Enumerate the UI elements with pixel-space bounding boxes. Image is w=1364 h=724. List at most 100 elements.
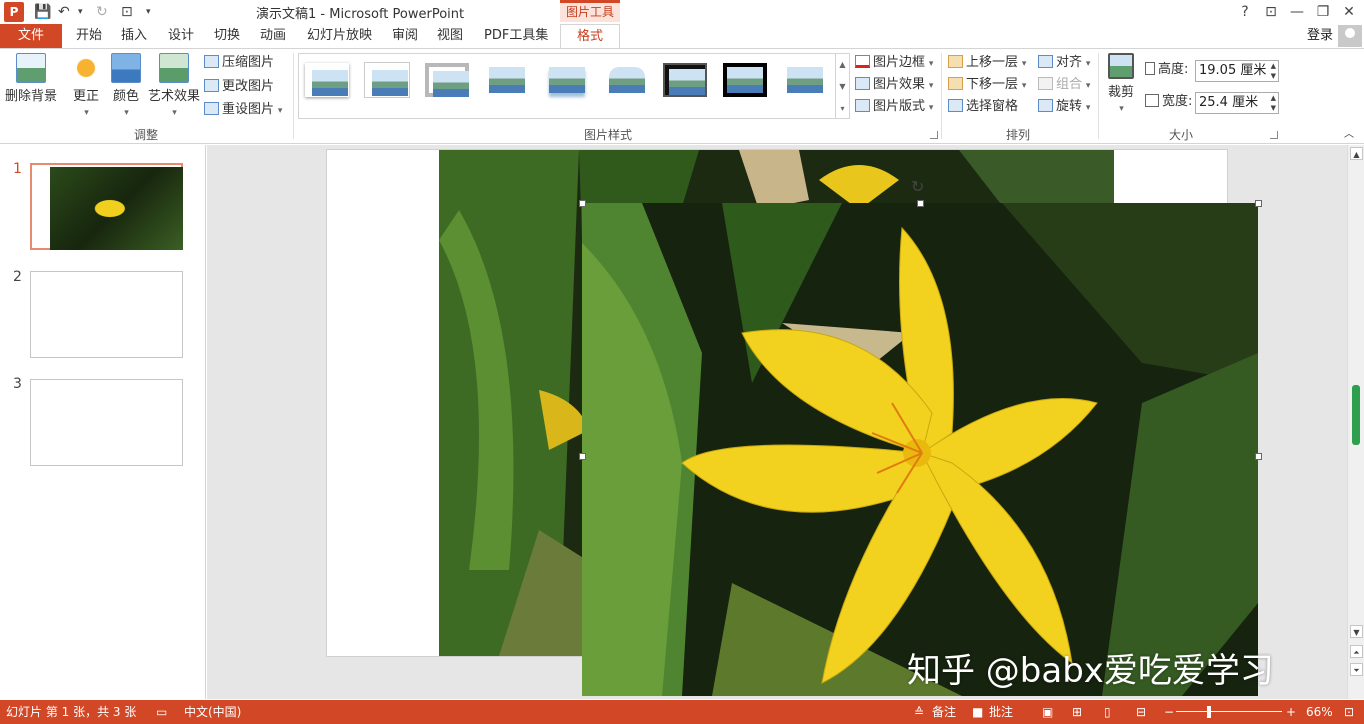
tab-review[interactable]: 审阅 xyxy=(392,24,418,48)
gallery-scroll-up-icon[interactable]: ▲ xyxy=(835,54,849,76)
zoom-slider-thumb[interactable] xyxy=(1207,706,1211,718)
slide-thumbnail-2[interactable] xyxy=(30,271,183,358)
customize-qat-icon[interactable]: ▾ xyxy=(146,2,151,22)
picture-style-1[interactable] xyxy=(305,63,349,97)
picture-style-3[interactable] xyxy=(425,63,469,97)
crop-button[interactable]: 裁剪 ▾ xyxy=(1104,53,1138,115)
tab-insert[interactable]: 插入 xyxy=(121,24,147,48)
start-from-beginning-icon[interactable]: ⊡ xyxy=(121,2,133,22)
picture-style-4[interactable] xyxy=(485,63,529,97)
picture-border-label: 图片边框 xyxy=(873,55,926,70)
selection-pane-button[interactable]: 选择窗格 xyxy=(948,97,1018,117)
maximize-icon[interactable]: ❐ xyxy=(1310,2,1336,22)
ribbon-display-options-icon[interactable]: ⊡ xyxy=(1258,2,1284,22)
tab-design[interactable]: 设计 xyxy=(168,24,194,48)
align-button[interactable]: 对齐 ▾ xyxy=(1038,53,1090,73)
redo-icon[interactable]: ↻ xyxy=(96,2,108,22)
bring-forward-button[interactable]: 上移一层 ▾ xyxy=(948,53,1026,73)
resize-handle-left[interactable] xyxy=(579,453,586,460)
undo-dropdown-icon[interactable]: ▾ xyxy=(78,2,83,22)
picture-style-5[interactable] xyxy=(545,63,589,97)
status-bar: 幻灯片 第 1 张，共 3 张 ▭ 中文(中国) ≙ 备注 ■ 批注 ▣ ⊞ ▯… xyxy=(0,700,1364,724)
tab-transitions[interactable]: 切换 xyxy=(214,24,240,48)
previous-slide-icon[interactable]: ⏶ xyxy=(1350,645,1363,658)
resize-handle-right[interactable] xyxy=(1255,453,1262,460)
tab-pdf-tools[interactable]: PDF工具集 xyxy=(484,24,548,48)
selected-lily-picture[interactable] xyxy=(582,203,1258,696)
picture-style-2[interactable] xyxy=(365,63,409,97)
compress-pictures-button[interactable]: 压缩图片 xyxy=(204,53,274,73)
align-label: 对齐 xyxy=(1056,55,1083,70)
gallery-more-icon[interactable]: ▾ xyxy=(835,98,849,119)
tab-view[interactable]: 视图 xyxy=(437,24,463,48)
zoom-in-button[interactable]: + xyxy=(1286,700,1296,724)
remove-background-button[interactable]: 删除背景 xyxy=(4,53,58,104)
align-icon xyxy=(1038,55,1053,68)
collapse-ribbon-icon[interactable]: ︿ xyxy=(1344,125,1354,145)
color-button[interactable]: 颜色 ▾ xyxy=(110,53,142,119)
change-picture-button[interactable]: 更改图片 xyxy=(204,77,274,97)
picture-style-8[interactable] xyxy=(723,63,767,97)
scroll-up-icon[interactable]: ▲ xyxy=(1350,147,1363,160)
slide-thumbnail-1[interactable] xyxy=(30,163,183,250)
picture-style-9[interactable] xyxy=(783,63,827,97)
rotate-handle-icon[interactable]: ↻ xyxy=(911,177,924,196)
zoom-level[interactable]: 66% xyxy=(1306,700,1333,724)
picture-style-7[interactable] xyxy=(663,63,707,97)
notes-icon[interactable]: ≙ xyxy=(914,700,924,724)
picture-style-6[interactable] xyxy=(605,63,649,97)
help-icon[interactable]: ? xyxy=(1232,2,1258,22)
width-stepper[interactable]: ▲ ▼ xyxy=(1271,93,1276,113)
reading-view-icon[interactable]: ▯ xyxy=(1104,700,1111,724)
login-link[interactable]: 登录 xyxy=(1307,24,1333,48)
height-stepper[interactable]: ▲ ▼ xyxy=(1271,61,1276,81)
tab-home[interactable]: 开始 xyxy=(76,24,102,48)
height-input[interactable]: 19.05 厘米 ▲ ▼ xyxy=(1195,60,1279,82)
fit-slide-icon[interactable]: ⊡ xyxy=(1344,700,1354,724)
spelling-icon[interactable]: ▭ xyxy=(156,700,167,724)
zoom-slider[interactable] xyxy=(1176,711,1282,712)
close-icon[interactable]: ✕ xyxy=(1336,2,1362,22)
save-icon[interactable]: 💾 xyxy=(34,2,51,22)
scroll-down-icon[interactable]: ▼ xyxy=(1350,625,1363,638)
notes-button[interactable]: 备注 xyxy=(932,700,956,724)
picture-border-button[interactable]: 图片边框 ▾ xyxy=(855,53,933,73)
picture-layout-button[interactable]: 图片版式 ▾ xyxy=(855,97,933,117)
avatar[interactable] xyxy=(1338,25,1362,47)
resize-handle-top-left[interactable] xyxy=(579,200,586,207)
height-value: 19.05 厘米 xyxy=(1199,63,1267,78)
zoom-out-button[interactable]: − xyxy=(1164,700,1174,724)
remove-background-label: 删除背景 xyxy=(4,89,57,104)
slideshow-view-icon[interactable]: ⊟ xyxy=(1136,700,1146,724)
rotate-button[interactable]: 旋转 ▾ xyxy=(1038,97,1090,117)
language-status[interactable]: 中文(中国) xyxy=(184,700,241,724)
picture-tools-context-label: 图片工具 xyxy=(560,0,620,22)
tab-format[interactable]: 格式 xyxy=(560,24,620,49)
slide-thumbnail-3[interactable] xyxy=(30,379,183,466)
next-slide-icon[interactable]: ⏷ xyxy=(1350,663,1363,676)
width-input[interactable]: 25.4 厘米 ▲ ▼ xyxy=(1195,92,1279,114)
resize-handle-top-right[interactable] xyxy=(1255,200,1262,207)
slide-sorter-view-icon[interactable]: ⊞ xyxy=(1072,700,1082,724)
scrollbar-thumb[interactable] xyxy=(1352,385,1360,445)
tab-slideshow[interactable]: 幻灯片放映 xyxy=(307,24,372,48)
artistic-effects-label: 艺术效果 xyxy=(148,89,201,104)
tab-animations[interactable]: 动画 xyxy=(260,24,286,48)
corrections-button[interactable]: 更正 ▾ xyxy=(70,53,102,119)
normal-view-icon[interactable]: ▣ xyxy=(1042,700,1053,724)
picture-styles-launcher-icon[interactable] xyxy=(930,131,938,139)
reset-picture-button[interactable]: 重设图片 ▾ xyxy=(204,100,282,120)
group-button[interactable]: 组合 ▾ xyxy=(1038,75,1090,95)
gallery-scroll-down-icon[interactable]: ▼ xyxy=(835,76,849,98)
minimize-icon[interactable]: — xyxy=(1284,2,1310,22)
resize-handle-top[interactable] xyxy=(917,200,924,207)
comments-button[interactable]: 批注 xyxy=(989,700,1013,724)
size-launcher-icon[interactable] xyxy=(1270,131,1278,139)
picture-effects-button[interactable]: 图片效果 ▾ xyxy=(855,75,933,95)
comments-icon[interactable]: ■ xyxy=(972,700,983,724)
artistic-effects-button[interactable]: 艺术效果 ▾ xyxy=(148,53,200,119)
send-backward-button[interactable]: 下移一层 ▾ xyxy=(948,75,1026,95)
vertical-scrollbar[interactable]: ▲ ▼ ⏶ ⏷ xyxy=(1347,145,1364,699)
undo-icon[interactable]: ↶ xyxy=(58,2,70,22)
tab-file[interactable]: 文件 xyxy=(0,24,62,48)
